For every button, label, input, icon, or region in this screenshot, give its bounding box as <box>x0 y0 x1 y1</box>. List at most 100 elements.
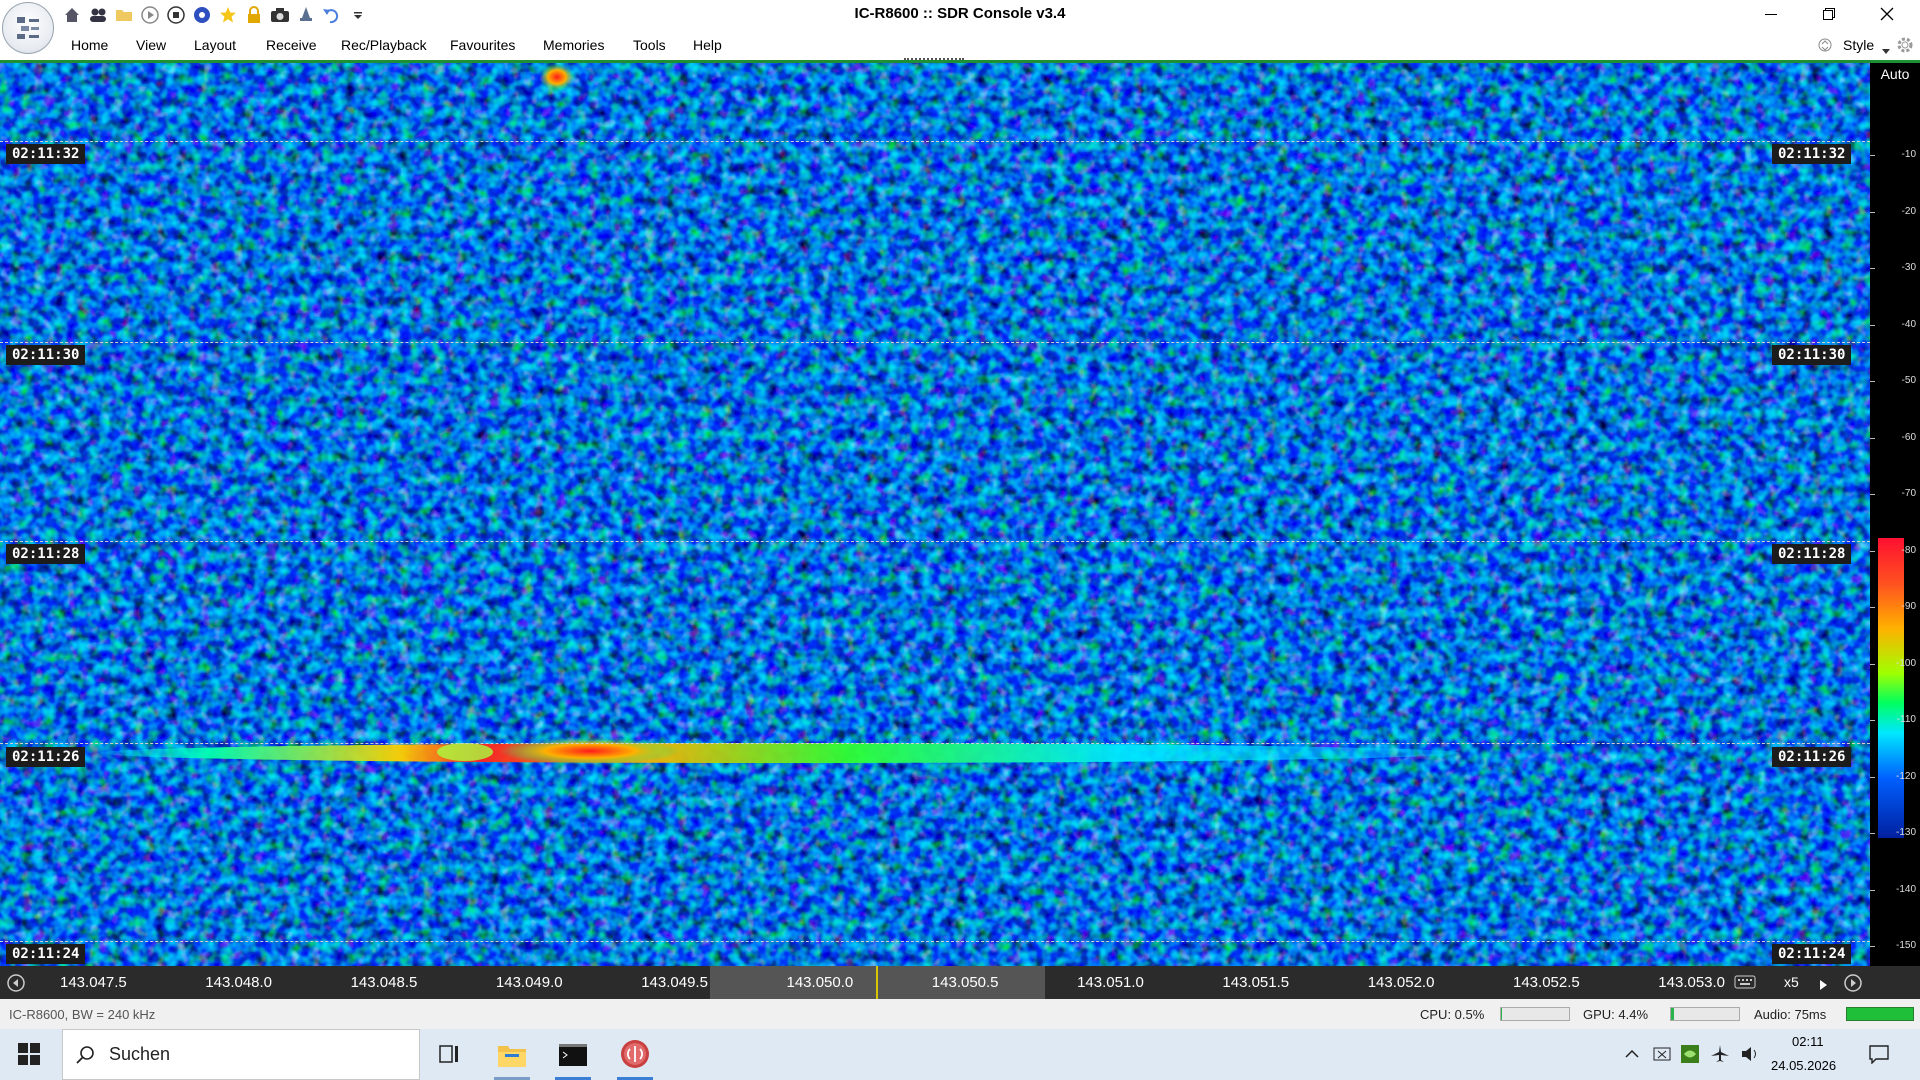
frequency-label: 143.051.0 <box>1077 974 1144 991</box>
tray-network-off-icon[interactable] <box>1652 1045 1672 1066</box>
tray-volume-icon[interactable] <box>1740 1045 1760 1066</box>
terminal-icon[interactable] <box>558 1042 588 1071</box>
time-gridline <box>0 743 1870 744</box>
settings-gear-icon[interactable] <box>1896 36 1914 57</box>
minimize-button[interactable] <box>1748 0 1794 28</box>
home-icon[interactable] <box>62 5 82 25</box>
frequency-bar[interactable]: 143.047.5 143.048.0 143.048.5 143.049.0 143.… <box>0 966 1920 999</box>
frequency-label: 143.048.5 <box>350 974 418 991</box>
frequency-label: 143.048.0 <box>205 974 273 991</box>
undo-icon[interactable] <box>322 5 342 25</box>
level-scale[interactable]: -10 -20 -30 -40 -50 -60 -70 -80 -90 -100 -110 -120 -… <box>1870 63 1920 966</box>
frequency-label: 143.047.5 <box>60 974 127 991</box>
taskbar-search[interactable]: Suchen <box>62 1029 420 1080</box>
scale-tick-mark <box>1870 494 1875 495</box>
audio-latency: Audio: 75ms <box>1754 1007 1827 1022</box>
auto-scale-button[interactable]: Auto <box>1870 63 1920 83</box>
waterfall-spectrogram <box>0 63 1870 966</box>
scale-tick-mark <box>1870 324 1875 326</box>
timestamp-left: 02:11:30 <box>6 345 86 365</box>
app-menu-button[interactable] <box>2 2 54 54</box>
search-icon <box>75 1045 95 1068</box>
scale-tick-label: -70 <box>1901 488 1916 499</box>
timestamp-right: 02:11:28 <box>1772 544 1852 564</box>
timestamp-left: 02:11:26 <box>6 747 86 767</box>
zoom-level[interactable]: x5 <box>1784 974 1799 990</box>
scroll-right-icon[interactable] <box>1843 973 1863 996</box>
star-icon[interactable] <box>218 5 238 25</box>
windows-start-icon[interactable] <box>18 1043 40 1068</box>
menu-receive[interactable]: Receive <box>266 30 317 60</box>
scale-tick-label: -100 <box>1895 657 1916 669</box>
menu-rec-playback[interactable]: Rec/Playback <box>341 30 427 60</box>
app-logo-icon <box>17 17 39 39</box>
scale-tick-mark <box>1870 720 1875 721</box>
dropdown-icon[interactable] <box>348 5 368 25</box>
scale-tick-label: -50 <box>1901 375 1916 386</box>
time-gridline <box>0 541 1870 542</box>
bell-icon[interactable] <box>296 5 316 25</box>
users-icon[interactable] <box>88 5 108 25</box>
search-placeholder: Suchen <box>109 1044 171 1064</box>
scale-tick-mark <box>1870 663 1875 665</box>
style-dropdown-icon[interactable] <box>1882 42 1890 58</box>
menu-help[interactable]: Help <box>693 30 722 60</box>
scale-tick-mark <box>1870 211 1875 213</box>
time-gridline <box>0 941 1870 942</box>
scale-tick-mark <box>1870 889 1875 891</box>
scale-tick-label: -110 <box>1896 714 1916 725</box>
frequency-label: 143.050.5 <box>931 974 999 991</box>
tray-nvidia-icon[interactable] <box>1680 1044 1700 1067</box>
menu-tools[interactable]: Tools <box>633 30 666 60</box>
keyboard-icon[interactable] <box>1734 974 1756 993</box>
restore-button[interactable] <box>1806 0 1852 28</box>
scale-tick-label: -30 <box>1901 262 1916 273</box>
audio-meter <box>1846 1007 1914 1021</box>
scale-tick-mark <box>1870 437 1875 439</box>
stop-icon[interactable] <box>166 5 186 25</box>
camera-icon[interactable] <box>270 5 290 25</box>
scale-tick-label: -10 <box>1901 149 1916 160</box>
timestamp-right: 02:11:26 <box>1772 747 1852 767</box>
clock-time[interactable]: 02:11 <box>1792 1034 1824 1049</box>
lock-icon[interactable] <box>244 5 264 25</box>
style-menu[interactable]: Style <box>1843 30 1874 60</box>
timestamp-left: 02:11:28 <box>6 544 86 564</box>
menu-layout[interactable]: Layout <box>194 30 236 60</box>
color-gradient-bar <box>1878 538 1904 838</box>
record-icon[interactable] <box>192 5 212 25</box>
notifications-icon[interactable] <box>1868 1044 1890 1067</box>
frequency-label: 143.050.0 <box>786 974 854 991</box>
task-view-icon[interactable] <box>437 1043 461 1068</box>
scroll-left-icon[interactable] <box>6 973 26 996</box>
status-bar: IC-R8600, BW = 240 kHz CPU: 0.5% GPU: 4.… <box>0 999 1920 1029</box>
folder-icon[interactable] <box>114 5 134 25</box>
tuning-marker[interactable] <box>876 966 878 999</box>
close-icon <box>1880 7 1894 21</box>
file-explorer-icon[interactable] <box>497 1042 527 1071</box>
cpu-meter <box>1500 1007 1570 1021</box>
scale-tick-mark <box>1870 833 1875 834</box>
tray-airplane-icon[interactable] <box>1710 1044 1730 1067</box>
clock-date[interactable]: 24.05.2026 <box>1771 1058 1836 1073</box>
scale-tick-label: -40 <box>1901 318 1916 330</box>
scale-tick-mark <box>1870 268 1875 269</box>
menu-favourites[interactable]: Favourites <box>450 30 515 60</box>
time-gridline <box>0 141 1870 142</box>
frequency-label: 143.052.0 <box>1367 974 1435 991</box>
device-status: IC-R8600, BW = 240 kHz <box>9 1007 156 1022</box>
tray-chevron-icon[interactable] <box>1624 1047 1640 1064</box>
waterfall-display[interactable]: 02:11:32 02:11:32 02:11:30 02:11:30 02:1… <box>0 63 1870 966</box>
sdr-console-icon[interactable] <box>620 1039 650 1072</box>
close-button[interactable] <box>1864 0 1910 28</box>
menu-home[interactable]: Home <box>71 30 108 60</box>
scale-tick-mark <box>1870 381 1875 382</box>
menu-memories[interactable]: Memories <box>543 30 604 60</box>
play-icon[interactable] <box>140 5 160 25</box>
scale-tick-mark <box>1870 776 1875 778</box>
menu-view[interactable]: View <box>136 30 166 60</box>
style-chevron-icon[interactable] <box>1818 36 1832 57</box>
zoom-arrow-icon[interactable] <box>1820 977 1828 993</box>
frequency-label: 143.052.5 <box>1513 974 1580 991</box>
scale-tick-label: -80 <box>1901 544 1916 556</box>
